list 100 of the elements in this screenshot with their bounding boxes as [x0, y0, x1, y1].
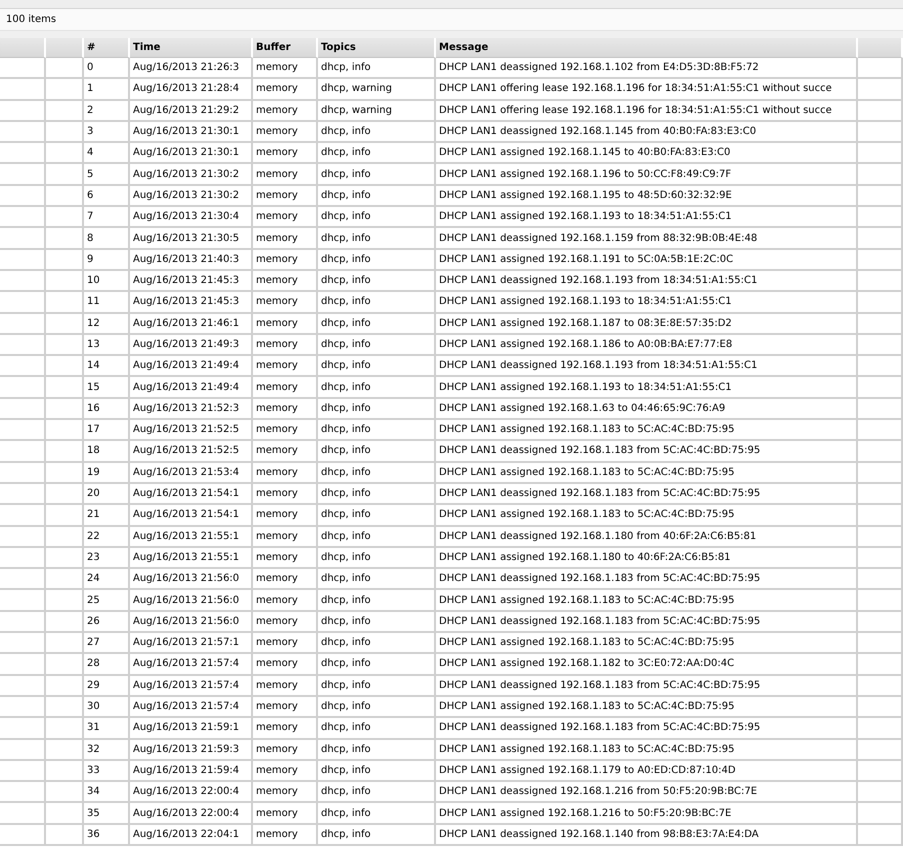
empty-cell	[0, 100, 46, 122]
column-header[interactable]: Buffer	[253, 38, 318, 58]
table-cell: DHCP LAN1 deassigned 192.168.1.180 from 40:6F:2A:C6:B5:81	[436, 526, 858, 548]
table-cell: dhcp, info	[318, 441, 436, 463]
table-cell: DHCP LAN1 assigned 192.168.1.183 to 5C:AC:4C:BD:75:95	[436, 420, 858, 442]
table-cell: 6	[84, 186, 130, 208]
empty-cell	[46, 441, 84, 463]
table-cell: dhcp, info	[318, 292, 436, 314]
empty-cell	[858, 696, 903, 718]
empty-cell	[858, 250, 903, 271]
table-cell: 22	[84, 526, 130, 548]
table-cell: memory	[253, 740, 318, 761]
table-cell: memory	[253, 270, 318, 292]
table-cell: 4	[84, 143, 130, 164]
table-cell: memory	[253, 718, 318, 740]
empty-cell	[0, 612, 46, 634]
table-cell: memory	[253, 782, 318, 804]
empty-cell	[858, 740, 903, 761]
empty-cell	[46, 122, 84, 144]
table-cell: dhcp, info	[318, 548, 436, 570]
table-cell: Aug/16/2013 21:49:4	[130, 356, 253, 378]
table-cell: DHCP LAN1 assigned 192.168.1.183 to 5C:AC:4C:BD:75:95	[436, 462, 858, 484]
empty-cell	[46, 228, 84, 250]
table-cell: 29	[84, 676, 130, 697]
table-cell: dhcp, info	[318, 526, 436, 548]
table-cell: dhcp, info	[318, 186, 436, 208]
table-cell: memory	[253, 420, 318, 442]
item-count: 100 items	[6, 14, 56, 25]
table-cell: Aug/16/2013 21:57:4	[130, 676, 253, 697]
table-cell: DHCP LAN1 deassigned 192.168.1.102 from E4:D5:3D:8B:F5:72	[436, 58, 858, 80]
empty-cell	[0, 250, 46, 271]
column-header[interactable]: Time	[130, 38, 253, 58]
table-cell: dhcp, info	[318, 122, 436, 144]
table-cell: 2	[84, 100, 130, 122]
empty-cell	[46, 58, 84, 80]
empty-cell	[0, 590, 46, 612]
empty-cell	[46, 654, 84, 676]
empty-cell	[858, 420, 903, 442]
empty-cell	[0, 270, 46, 292]
table-cell: DHCP LAN1 offering lease 192.168.1.196 for 18:34:51:A1:55:C1 without succe	[436, 79, 858, 101]
empty-cell	[858, 228, 903, 250]
empty-cell	[46, 398, 84, 420]
table-cell: DHCP LAN1 offering lease 192.168.1.196 for 18:34:51:A1:55:C1 without succe	[436, 100, 858, 122]
table-cell: Aug/16/2013 22:04:1	[130, 824, 253, 846]
table-cell: DHCP LAN1 deassigned 192.168.1.183 from 5C:AC:4C:BD:75:95	[436, 612, 858, 634]
table-cell: Aug/16/2013 21:57:4	[130, 654, 253, 676]
table-cell: memory	[253, 505, 318, 527]
table-cell: memory	[253, 250, 318, 271]
table-cell: dhcp, info	[318, 420, 436, 442]
table-cell: DHCP LAN1 deassigned 192.168.1.183 from 5C:AC:4C:BD:75:95	[436, 676, 858, 697]
table-cell: dhcp, info	[318, 398, 436, 420]
table-cell: Aug/16/2013 21:49:3	[130, 334, 253, 356]
table-cell: DHCP LAN1 assigned 192.168.1.183 to 5C:AC:4C:BD:75:95	[436, 505, 858, 527]
table-cell: Aug/16/2013 21:52:5	[130, 441, 253, 463]
table-cell: DHCP LAN1 deassigned 192.168.1.216 from 50:F5:20:9B:BC:7E	[436, 782, 858, 804]
table-cell: Aug/16/2013 21:57:4	[130, 696, 253, 718]
table-cell: 18	[84, 441, 130, 463]
table-cell: dhcp, info	[318, 164, 436, 186]
table-cell: Aug/16/2013 21:56:0	[130, 569, 253, 590]
table-cell: dhcp, info	[318, 377, 436, 399]
column-header[interactable]: Message	[436, 38, 858, 58]
table-cell: 16	[84, 398, 130, 420]
empty-cell	[0, 782, 46, 804]
table-cell: Aug/16/2013 21:45:3	[130, 270, 253, 292]
empty-cell	[0, 143, 46, 164]
table-cell: 21	[84, 505, 130, 527]
table-cell: memory	[253, 122, 318, 144]
table-cell: 34	[84, 782, 130, 804]
empty-cell	[858, 824, 903, 846]
empty-cell	[0, 441, 46, 463]
empty-cell	[0, 633, 46, 654]
table-cell: DHCP LAN1 assigned 192.168.1.195 to 48:5D:60:32:32:9E	[436, 186, 858, 208]
column-header[interactable]: Topics	[318, 38, 436, 58]
table-cell: Aug/16/2013 21:46:1	[130, 314, 253, 335]
empty-cell	[46, 696, 84, 718]
table-cell: 23	[84, 548, 130, 570]
table-cell: DHCP LAN1 deassigned 192.168.1.193 from 18:34:51:A1:55:C1	[436, 270, 858, 292]
table-cell: Aug/16/2013 21:30:1	[130, 143, 253, 164]
table-cell: memory	[253, 207, 318, 228]
empty-cell	[46, 270, 84, 292]
table-cell: 11	[84, 292, 130, 314]
empty-cell	[858, 356, 903, 378]
table-cell: DHCP LAN1 assigned 192.168.1.182 to 3C:E0:72:AA:D0:4C	[436, 654, 858, 676]
table-cell: 13	[84, 334, 130, 356]
table-cell: dhcp, info	[318, 740, 436, 761]
table-cell: dhcp, info	[318, 143, 436, 164]
empty-cell	[858, 314, 903, 335]
empty-cell	[858, 441, 903, 463]
table-cell: Aug/16/2013 21:49:4	[130, 377, 253, 399]
empty-cell	[46, 377, 84, 399]
table-cell: dhcp, info	[318, 654, 436, 676]
empty-cell	[858, 612, 903, 634]
table-cell: Aug/16/2013 22:00:4	[130, 782, 253, 804]
empty-cell	[46, 782, 84, 804]
empty-cell	[858, 782, 903, 804]
table-cell: dhcp, info	[318, 676, 436, 697]
table-cell: dhcp, info	[318, 612, 436, 634]
table-cell: memory	[253, 803, 318, 825]
empty-cell	[0, 718, 46, 740]
column-header[interactable]: #	[84, 38, 130, 58]
